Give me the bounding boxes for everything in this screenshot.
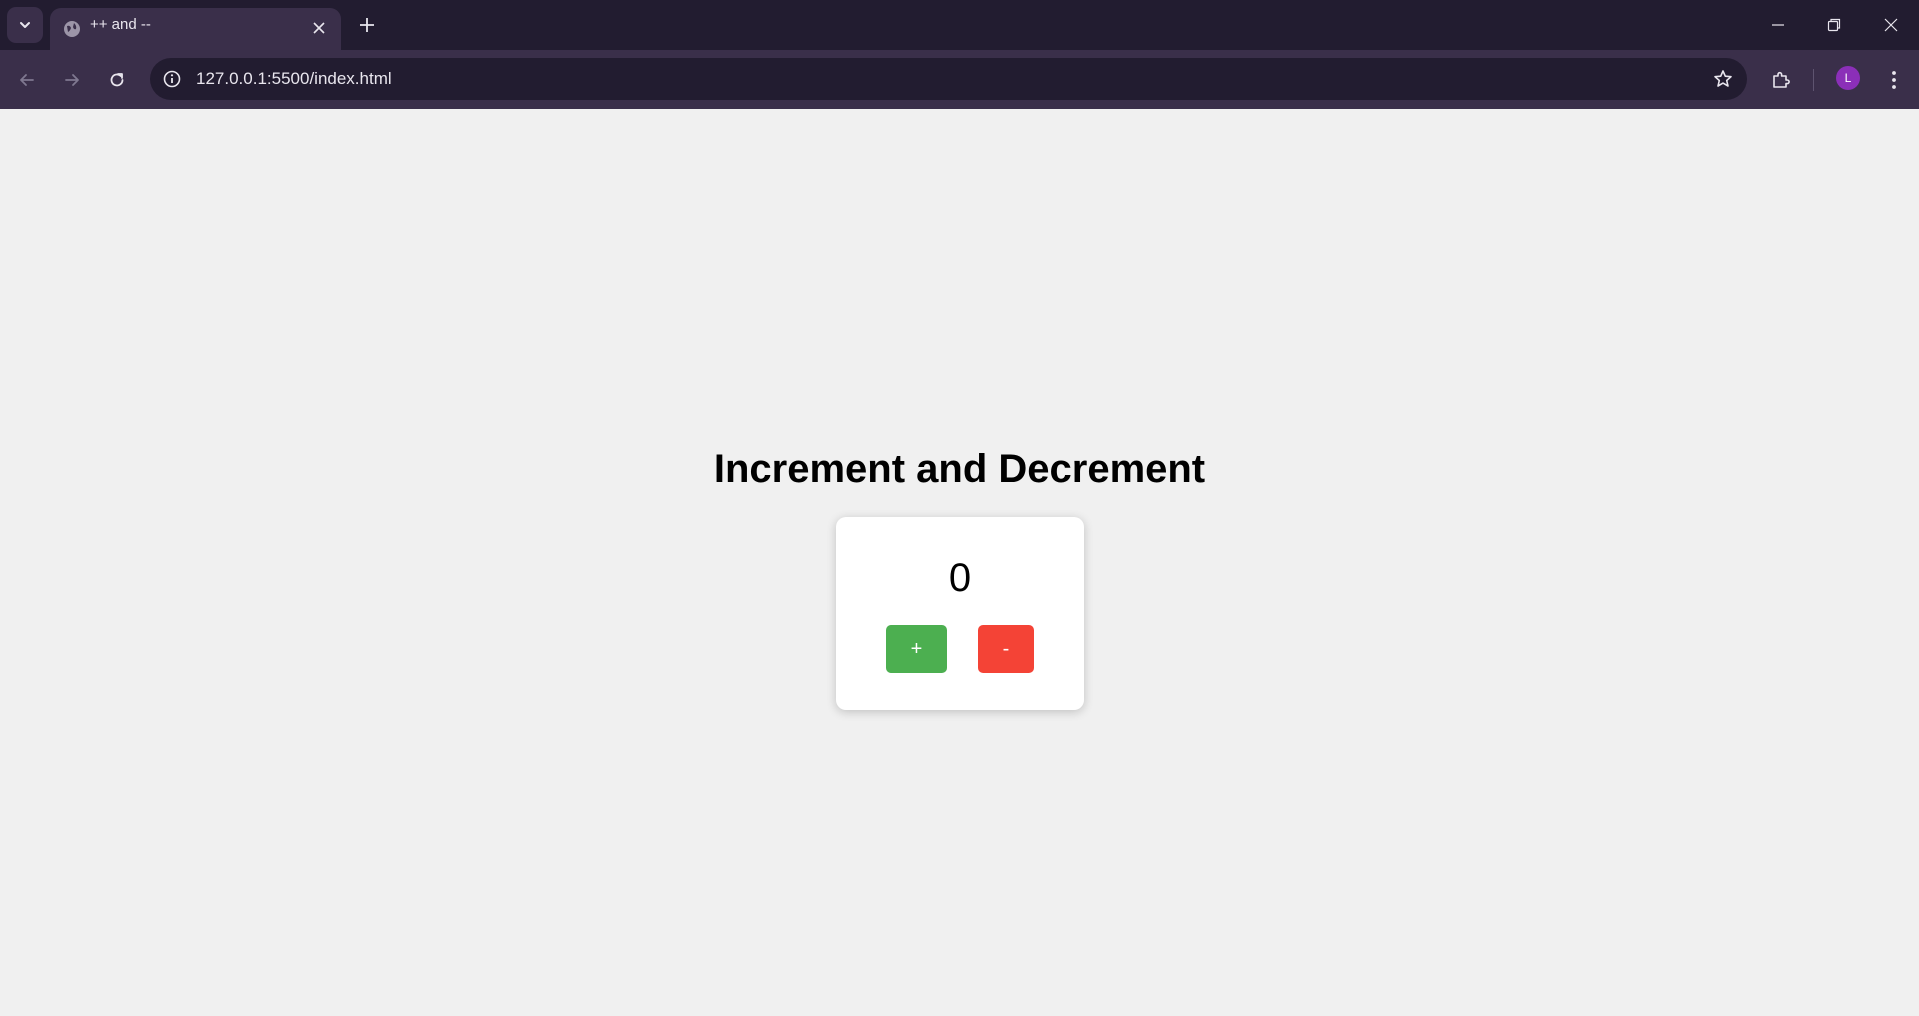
url-text[interactable]: 127.0.0.1:5500/index.html — [196, 69, 392, 89]
close-icon — [313, 22, 325, 34]
decrement-button[interactable]: - — [978, 625, 1034, 673]
more-vertical-icon — [1892, 71, 1896, 89]
chevron-down-icon — [20, 22, 30, 28]
info-icon — [163, 70, 181, 88]
increment-button[interactable]: + — [886, 625, 947, 673]
back-button[interactable] — [9, 62, 45, 98]
tab-strip: ++ and -- — [0, 0, 1919, 50]
close-window-button[interactable] — [1863, 0, 1919, 50]
page-viewport: Increment and Decrement 0 + - — [0, 109, 1919, 1016]
star-icon — [1714, 70, 1732, 87]
reload-icon — [110, 73, 124, 87]
active-tab[interactable]: ++ and -- — [50, 8, 341, 50]
extensions-button[interactable] — [1763, 62, 1799, 98]
tab-search-button[interactable] — [7, 7, 43, 43]
plus-icon — [360, 18, 374, 32]
close-icon — [1884, 18, 1898, 32]
restore-icon — [1827, 18, 1841, 32]
counter-value: 0 — [948, 556, 972, 600]
page-title: Increment and Decrement — [713, 447, 1206, 491]
restore-button[interactable] — [1806, 0, 1862, 50]
minimize-button[interactable] — [1750, 0, 1806, 50]
toolbar-divider — [1813, 69, 1814, 91]
arrow-left-icon — [20, 74, 34, 86]
forward-button[interactable] — [54, 62, 90, 98]
minimize-icon — [1772, 24, 1784, 26]
tab-title: ++ and -- — [90, 16, 151, 33]
bookmark-button[interactable] — [1709, 65, 1737, 93]
puzzle-icon — [1773, 71, 1790, 88]
address-bar[interactable]: 127.0.0.1:5500/index.html — [150, 58, 1747, 100]
new-tab-button[interactable] — [352, 10, 382, 40]
reload-button[interactable] — [99, 62, 135, 98]
tab-close-button[interactable] — [308, 17, 330, 39]
arrow-right-icon — [65, 74, 79, 86]
profile-avatar[interactable]: L — [1836, 66, 1860, 90]
globe-icon — [64, 21, 80, 37]
browser-chrome: ++ and -- 127.0.0.1:5500/index.html L — [0, 0, 1919, 109]
menu-button[interactable] — [1876, 62, 1912, 98]
counter-card: 0 + - — [836, 517, 1084, 710]
site-info-button[interactable] — [158, 65, 186, 93]
browser-toolbar: 127.0.0.1:5500/index.html — [0, 50, 1919, 109]
